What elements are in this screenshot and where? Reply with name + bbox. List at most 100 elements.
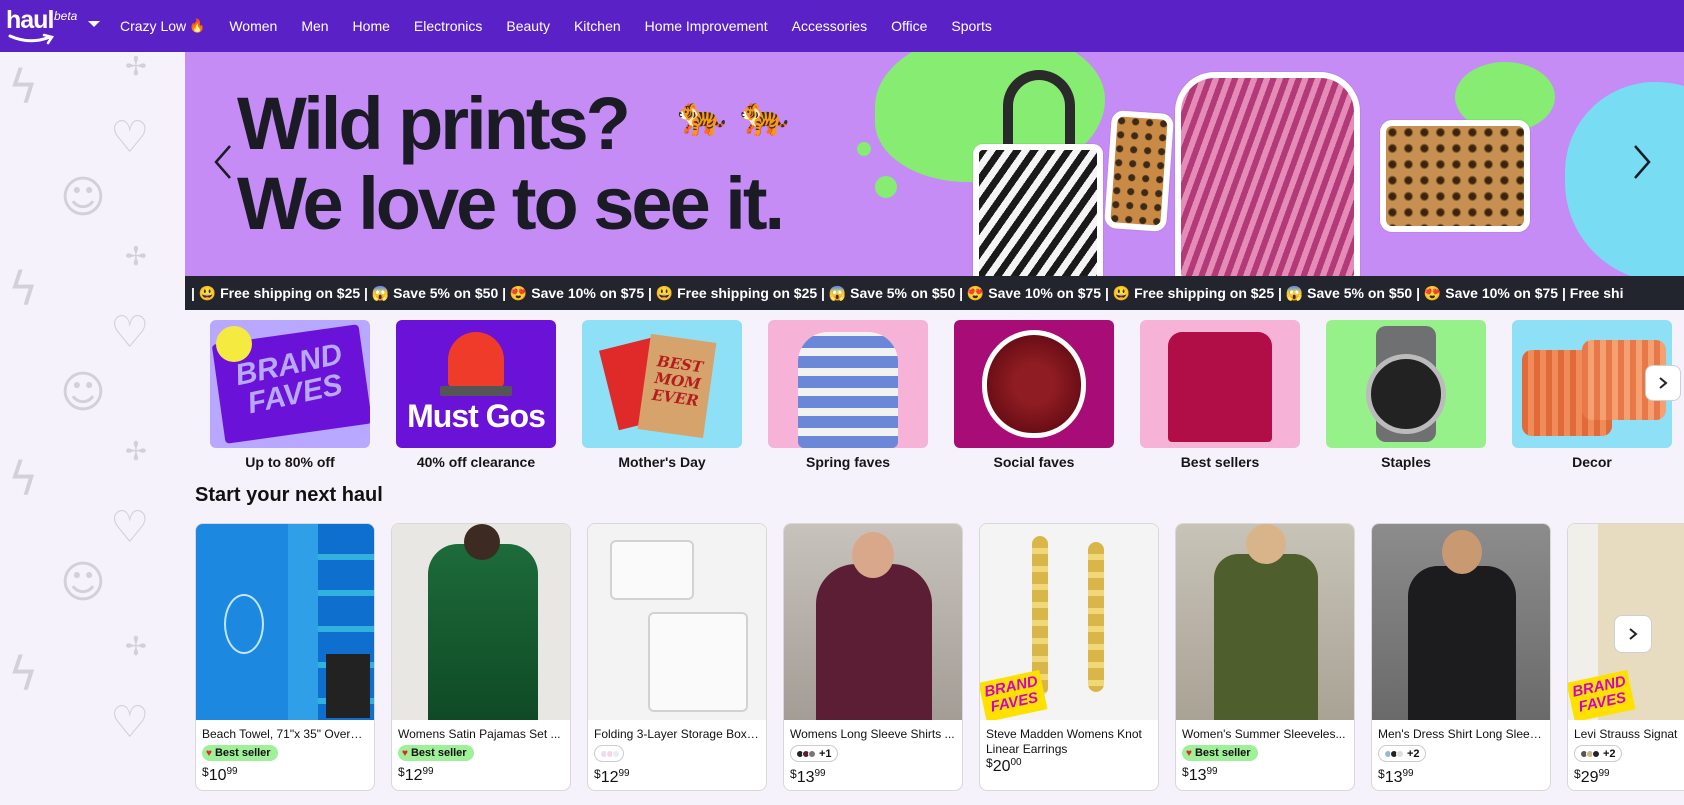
heart-bubble-icon: ♡ — [110, 502, 150, 553]
sparkle-icon: ✢ — [125, 242, 147, 272]
lightning-icon: ϟ — [8, 452, 39, 506]
product-title: Men's Dress Shirt Long Sleev... — [1378, 727, 1545, 741]
product-next-button[interactable] — [1614, 615, 1652, 653]
category-label: Staples — [1381, 454, 1431, 470]
top-nav: haul beta Crazy Low 🔥 Women Men Home Elec… — [0, 0, 1684, 52]
product-card[interactable]: Folding 3-Layer Storage Box ... $1299 — [587, 523, 767, 791]
color-swatches[interactable]: +2 — [1574, 745, 1622, 762]
promo-ticker: | 😃 Free shipping on $25 | 😱 Save 5% on … — [185, 276, 1684, 310]
smile-arrow-icon — [8, 33, 55, 45]
nav-link-office[interactable]: Office — [891, 18, 927, 34]
logo-word: haul — [6, 6, 54, 34]
best-seller-badge: ♥ Best seller — [1182, 745, 1258, 761]
nav-link-women[interactable]: Women — [229, 18, 277, 34]
lightning-icon: ϟ — [8, 647, 39, 701]
dress-shirt-image — [1408, 566, 1516, 720]
category-label: 40% off clearance — [416, 454, 536, 470]
caret-down-icon[interactable] — [88, 21, 100, 27]
puffer-bag-image — [982, 330, 1086, 438]
smiley-icon: ☺ — [60, 557, 106, 608]
category-tile: BRAND FAVES — [210, 320, 370, 448]
best-seller-badge: ♥ Best seller — [202, 745, 278, 761]
product-card[interactable]: Men's Dress Shirt Long Sleev... +2 $1399 — [1371, 523, 1551, 791]
category-label: Up to 80% off — [245, 454, 335, 470]
category-label: Mother's Day — [618, 454, 706, 470]
category-tile: BEST MOM EVER — [582, 320, 742, 448]
brand-faves-badge: BRAND FAVES — [980, 669, 1048, 720]
knit-vest-image — [798, 332, 898, 448]
product-price: $1399 — [1378, 766, 1414, 786]
model-head — [1246, 524, 1286, 564]
product-image — [1176, 524, 1354, 720]
turtle-icon — [224, 594, 264, 654]
product-card[interactable]: BRAND FAVES Levi Strauss Signat +2 $2999 — [1567, 523, 1684, 791]
chevron-left-icon[interactable] — [210, 142, 236, 182]
product-image — [784, 524, 962, 720]
logo-beta: beta — [54, 9, 78, 23]
product-card[interactable]: BRAND FAVES Steve Madden Womens Knot Lin… — [979, 523, 1159, 791]
siren-base — [440, 386, 512, 396]
category-tile — [1326, 320, 1486, 448]
color-swatches[interactable] — [594, 745, 624, 762]
heart-bubble-icon: ♡ — [110, 112, 150, 163]
haul-logo[interactable]: haul beta — [6, 0, 110, 52]
romper-image — [1214, 554, 1318, 720]
nav-link-kitchen[interactable]: Kitchen — [574, 18, 621, 34]
product-title: Folding 3-Layer Storage Box ... — [594, 727, 761, 741]
tile-text: Must Gos — [407, 398, 546, 434]
category-mothers-day[interactable]: BEST MOM EVER Mother's Day — [582, 320, 742, 470]
product-card[interactable]: Womens Satin Pajamas Set ... ♥ Best selle… — [391, 523, 571, 791]
pajama-image — [1168, 332, 1272, 442]
sparkle-icon: ✢ — [125, 437, 147, 467]
product-title: Women's Summer Sleeveles... — [1182, 727, 1346, 741]
nav-link-men[interactable]: Men — [301, 18, 328, 34]
category-label: Social faves — [993, 454, 1075, 470]
category-tile — [954, 320, 1114, 448]
chevron-right-icon — [1629, 628, 1638, 640]
category-best-sellers[interactable]: Best sellers — [1140, 320, 1300, 470]
nav-link-crazy-low[interactable]: Crazy Low 🔥 — [120, 18, 205, 34]
heart-icon: ♥ — [402, 747, 408, 759]
earring-image — [1088, 542, 1104, 692]
product-price: $1299 — [594, 766, 630, 786]
color-swatches[interactable]: +1 — [790, 745, 838, 762]
category-up-to-80-off[interactable]: BRAND FAVES Up to 80% off — [210, 320, 370, 470]
product-title: Womens Satin Pajamas Set ... — [398, 727, 561, 741]
product-image — [1372, 524, 1550, 720]
product-carousel: Beach Towel, 71"x 35" Oversi... ♥ Best se… — [195, 523, 1684, 805]
hero-banner[interactable]: Wild prints? We love to see it. 🐅 🐅 — [185, 52, 1684, 276]
nav-link-beauty[interactable]: Beauty — [506, 18, 550, 34]
product-price: $1099 — [202, 765, 238, 784]
nav-link-accessories[interactable]: Accessories — [792, 18, 867, 34]
category-next-button[interactable] — [1645, 365, 1681, 401]
nav-link-home[interactable]: Home — [353, 18, 390, 34]
card-text: BEST MOM EVER — [637, 333, 717, 439]
nav-link-electronics[interactable]: Electronics — [414, 18, 482, 34]
category-clearance[interactable]: Must Gos 40% off clearance — [396, 320, 556, 470]
product-image: BRAND FAVES — [980, 524, 1158, 720]
product-price: $1299 — [398, 765, 434, 784]
product-image — [196, 524, 374, 720]
product-card[interactable]: Women's Summer Sleeveles... ♥ Best seller… — [1175, 523, 1355, 791]
category-label: Decor — [1572, 454, 1612, 470]
category-spring-faves[interactable]: Spring faves — [768, 320, 928, 470]
product-card[interactable]: Womens Long Sleeve Shirts ... +1 $1399 — [783, 523, 963, 791]
leopard-skirt-image — [1380, 120, 1530, 232]
color-swatches[interactable]: +2 — [1378, 745, 1426, 762]
nav-link-sports[interactable]: Sports — [951, 18, 991, 34]
smiley-icon: ☺ — [60, 367, 106, 418]
chevron-right-icon[interactable] — [1629, 142, 1655, 182]
sparkle-icon: ✢ — [125, 632, 147, 662]
product-price: $2999 — [1574, 766, 1610, 786]
category-staples[interactable]: Staples — [1326, 320, 1486, 470]
category-social-faves[interactable]: Social faves — [954, 320, 1114, 470]
category-tile: Must Gos — [396, 320, 556, 448]
product-image — [588, 524, 766, 720]
hero-dot — [857, 142, 871, 156]
fire-icon: 🔥 — [189, 18, 206, 33]
product-card[interactable]: Beach Towel, 71"x 35" Oversi... ♥ Best se… — [195, 523, 375, 791]
nav-link-home-improvement[interactable]: Home Improvement — [645, 18, 768, 34]
pajama-image — [428, 544, 538, 720]
zebra-top-image — [1175, 72, 1360, 276]
siren-icon — [448, 332, 504, 388]
